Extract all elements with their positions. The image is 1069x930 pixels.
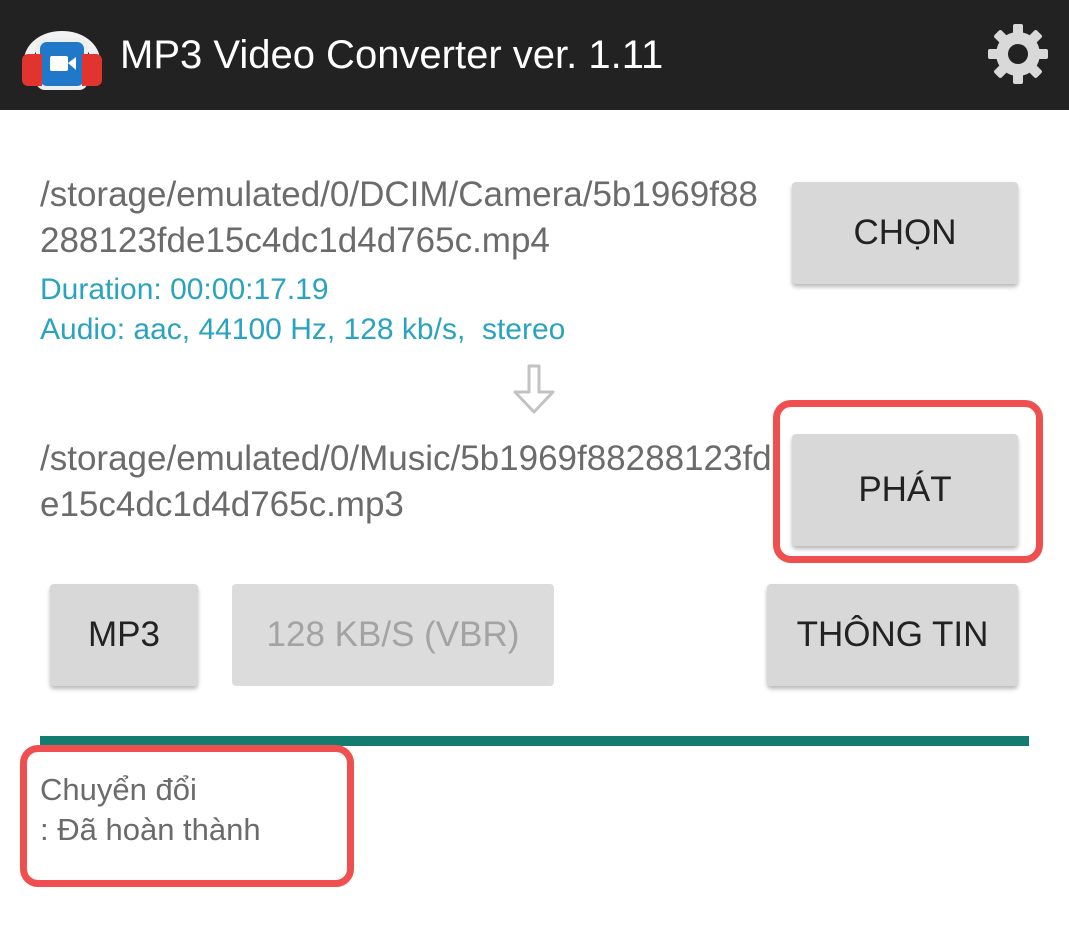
app-title: MP3 Video Converter ver. 1.11 bbox=[120, 33, 664, 77]
arrow-down-icon bbox=[513, 364, 555, 414]
app-bar: MP3 Video Converter ver. 1.11 bbox=[0, 0, 1069, 110]
progress-bar bbox=[40, 736, 1029, 746]
info-button[interactable]: THÔNG TIN bbox=[767, 584, 1018, 686]
status-line-1: Chuyển đổi bbox=[40, 772, 197, 807]
bitrate-button: 128 KB/S (VBR) bbox=[232, 584, 554, 686]
output-file-path: /storage/emulated/0/Music/5b1969f8828812… bbox=[40, 439, 772, 524]
input-file-path: /storage/emulated/0/DCIM/Camera/5b1969f8… bbox=[40, 175, 758, 260]
status-text: Chuyển đổi : Đã hoàn thành bbox=[40, 770, 261, 850]
duration-text: Duration: 00:00:17.19 bbox=[40, 273, 329, 306]
headphones-video-icon bbox=[22, 31, 102, 90]
status-line-2: : Đã hoàn thành bbox=[40, 812, 261, 847]
format-mp3-button[interactable]: MP3 bbox=[50, 584, 198, 686]
progress-fill bbox=[40, 736, 1029, 746]
gear-icon[interactable] bbox=[986, 22, 1050, 86]
play-button[interactable]: PHÁT bbox=[792, 434, 1018, 546]
select-file-button[interactable]: CHỌN bbox=[792, 182, 1018, 284]
audio-info-text: Audio: aac, 44100 Hz, 128 kb/s, stereo bbox=[40, 313, 566, 346]
